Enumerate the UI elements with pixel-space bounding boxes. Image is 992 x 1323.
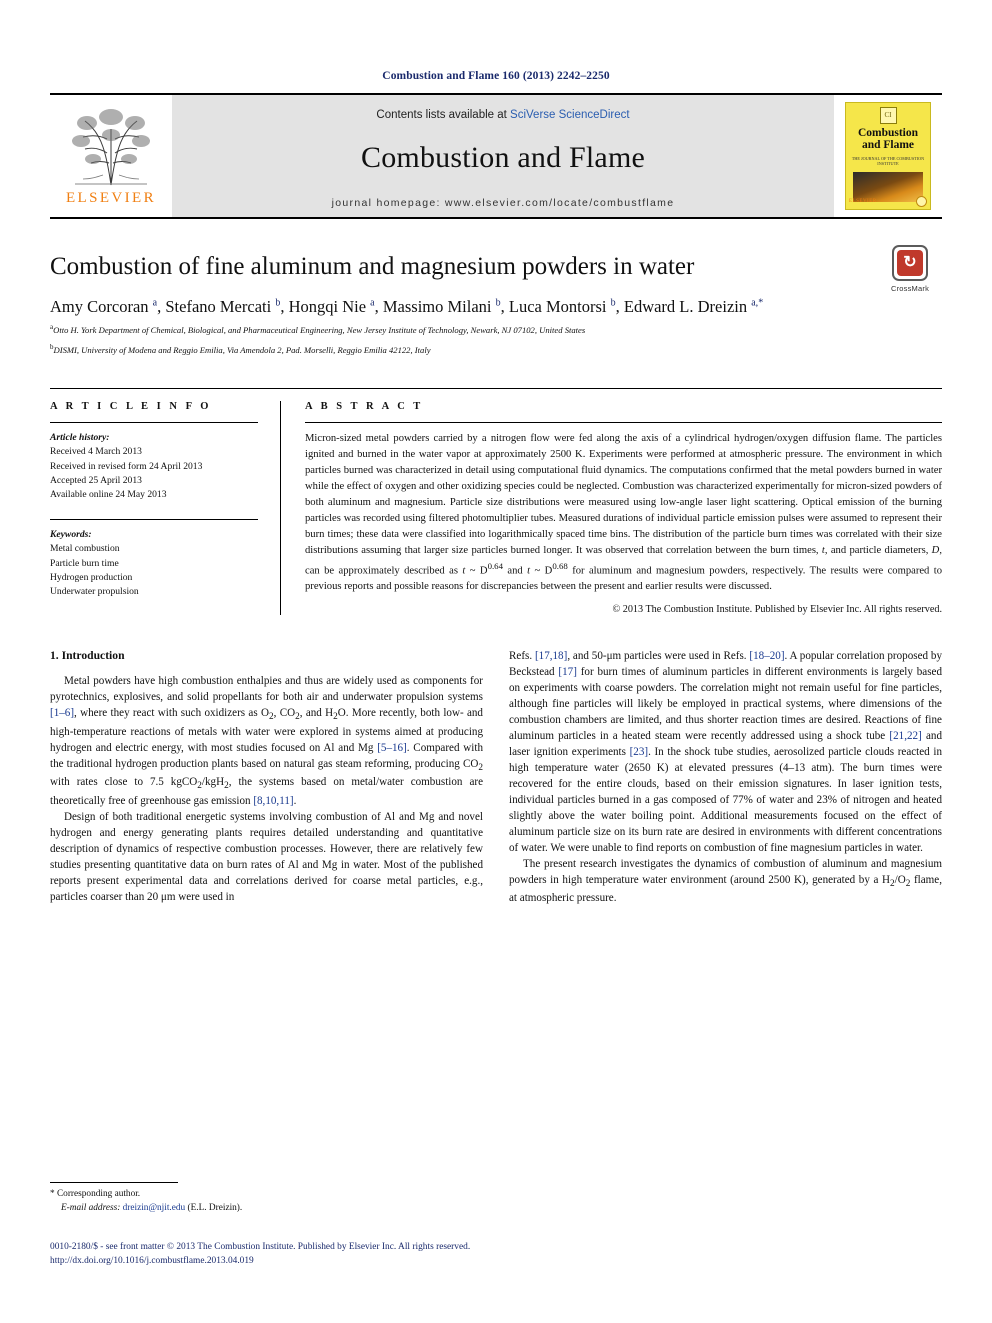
footnote-line-1: * Corresponding author. bbox=[50, 1188, 450, 1202]
affiliation-b: bDISMI, University of Modena and Reggio … bbox=[50, 342, 942, 356]
cover-title-line1: Combustion bbox=[857, 127, 919, 139]
article-history-title: Article history: bbox=[50, 431, 110, 443]
corresponding-author-text: Corresponding author. bbox=[56, 1189, 141, 1199]
list-item: Available online 24 May 2013 bbox=[50, 489, 167, 501]
corresponding-author-footnote: * Corresponding author. E-mail address: … bbox=[50, 1182, 450, 1216]
paragraph: Design of both traditional energetic sys… bbox=[50, 810, 483, 903]
doi-link[interactable]: http://dx.doi.org/10.1016/j.combustflame… bbox=[50, 1254, 650, 1268]
email-link[interactable]: dreizin@njit.edu bbox=[123, 1203, 186, 1213]
issn-copyright-line: 0010-2180/$ - see front matter © 2013 Th… bbox=[50, 1242, 471, 1252]
cover-footer: ELSEVIER bbox=[846, 196, 930, 207]
crossmark-badge[interactable]: ↻ CrossMark bbox=[878, 245, 942, 293]
title-block: ↻ CrossMark Combustion of fine aluminum … bbox=[50, 245, 942, 356]
author-list: Amy Corcoran a, Stefano Mercati b, Hongq… bbox=[50, 296, 764, 316]
cover-title-line2: and Flame bbox=[861, 139, 915, 152]
paper-page: Combustion and Flame 160 (2013) 2242–225… bbox=[0, 0, 992, 1323]
cover-publisher: ELSEVIER bbox=[849, 199, 877, 204]
list-item: Metal combustion bbox=[50, 543, 120, 555]
journal-title: Combustion and Flame bbox=[361, 141, 645, 174]
keywords-list: Metal combustion Particle burn time Hydr… bbox=[50, 542, 258, 600]
info-abstract-section: A R T I C L E I N F O Article history: R… bbox=[50, 387, 943, 616]
list-item: Received 4 March 2013 bbox=[50, 446, 142, 458]
elsevier-logo-block: ELSEVIER bbox=[50, 95, 172, 217]
body-column-left: 1. Introduction Metal powders have high … bbox=[50, 649, 483, 907]
crossmark-icon-inner: ↻ bbox=[897, 250, 923, 276]
list-item: Particle burn time bbox=[50, 557, 119, 569]
article-history-list: Received 4 March 2013 Received in revise… bbox=[50, 445, 258, 503]
abstract-column: A B S T R A C T Micron-sized metal powde… bbox=[280, 400, 943, 616]
email-label: E-mail address: bbox=[61, 1202, 121, 1213]
journal-homepage-link[interactable]: journal homepage: www.elsevier.com/locat… bbox=[332, 197, 675, 209]
abstract-text: Micron-sized metal powders carried by a … bbox=[305, 432, 943, 593]
abstract-copyright: © 2013 The Combustion Institute. Publish… bbox=[612, 604, 942, 616]
journal-cover-image: CI Combustion and Flame THE JOURNAL OF T… bbox=[845, 102, 931, 210]
footnote-rule bbox=[50, 1182, 178, 1183]
email-owner: (E.L. Dreizin). bbox=[187, 1202, 243, 1213]
list-item: Accepted 25 April 2013 bbox=[50, 474, 142, 486]
article-history-group: Article history: Received 4 March 2013 R… bbox=[50, 431, 258, 503]
elsevier-tree-icon bbox=[63, 101, 159, 189]
crossmark-label: CrossMark bbox=[890, 284, 930, 293]
abstract-heading: A B S T R A C T bbox=[305, 400, 424, 412]
contents-prefix: Contents lists available at bbox=[376, 109, 511, 121]
masthead-center: Contents lists available at SciVerse Sci… bbox=[172, 95, 834, 217]
paragraph: Refs. [17,18], and 50-μm particles were … bbox=[509, 650, 942, 854]
affiliation-text-b: DISMI, University of Modena and Reggio E… bbox=[53, 344, 431, 355]
paragraph: Metal powders have high combustion entha… bbox=[50, 675, 483, 807]
running-head: Combustion and Flame 160 (2013) 2242–225… bbox=[382, 70, 610, 82]
journal-masthead: ELSEVIER Contents lists available at Sci… bbox=[50, 93, 942, 219]
article-info-rule-top bbox=[50, 421, 258, 423]
article-info-heading: A R T I C L E I N F O bbox=[50, 400, 212, 412]
body-column-right: Refs. [17,18], and 50-μm particles were … bbox=[509, 649, 942, 907]
list-item: Underwater propulsion bbox=[50, 586, 139, 598]
cover-institute-mark: CI bbox=[879, 107, 897, 124]
affiliation-a: aOtto H. York Department of Chemical, Bi… bbox=[50, 322, 942, 336]
footnote-star: * bbox=[50, 1189, 55, 1199]
list-item: Hydrogen production bbox=[50, 571, 133, 583]
cover-seal-icon bbox=[916, 196, 927, 207]
abstract-rule bbox=[305, 421, 942, 423]
journal-cover-block: CI Combustion and Flame THE JOURNAL OF T… bbox=[834, 95, 942, 217]
crossmark-icon: ↻ bbox=[892, 245, 928, 281]
article-info-rule-mid bbox=[50, 518, 258, 520]
crossmark-glyph: ↻ bbox=[903, 254, 917, 271]
sciencedirect-link[interactable]: SciVerse ScienceDirect bbox=[510, 109, 630, 121]
affiliation-text-a: Otto H. York Department of Chemical, Bio… bbox=[53, 325, 586, 336]
elsevier-wordmark: ELSEVIER bbox=[65, 190, 157, 206]
cover-subtitle: THE JOURNAL OF THE COMBUSTION INSTITUTE bbox=[851, 156, 925, 167]
section-title-introduction: 1. Introduction bbox=[50, 649, 125, 663]
page-title: Combustion of fine aluminum and magnesiu… bbox=[50, 253, 695, 280]
article-info-column: A R T I C L E I N F O Article history: R… bbox=[50, 401, 280, 615]
list-item: Received in revised form 24 April 2013 bbox=[50, 460, 203, 472]
paragraph: The present research investigates the dy… bbox=[509, 857, 942, 905]
keywords-title: Keywords: bbox=[50, 528, 92, 540]
keywords-group: Keywords: Metal combustion Particle burn… bbox=[50, 528, 258, 600]
bottom-matter: 0010-2180/$ - see front matter © 2013 Th… bbox=[50, 1240, 650, 1268]
footnote-line-2: E-mail address: dreizin@njit.edu (E.L. D… bbox=[50, 1202, 450, 1216]
contents-available-line: Contents lists available at SciVerse Sci… bbox=[376, 109, 629, 121]
body-columns: 1. Introduction Metal powders have high … bbox=[50, 649, 942, 907]
